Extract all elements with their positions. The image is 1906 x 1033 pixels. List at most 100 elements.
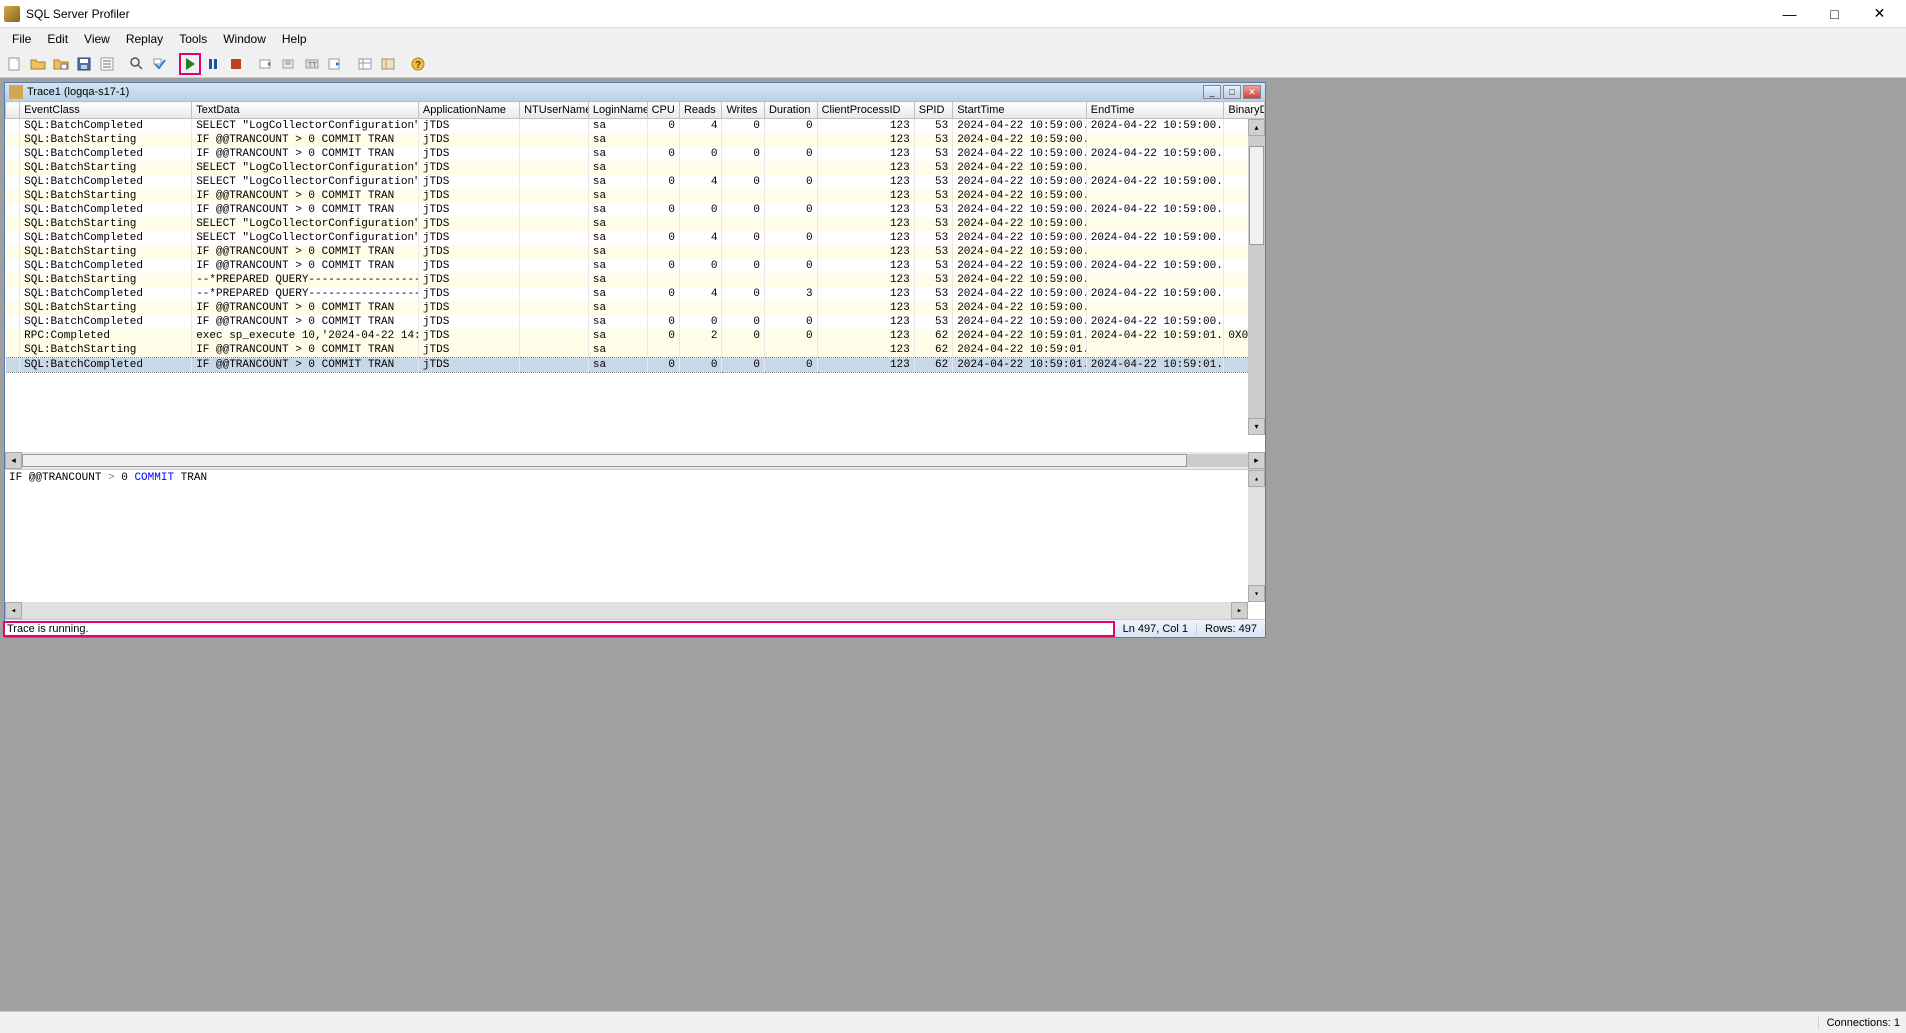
window-controls: — □ ✕ xyxy=(1767,1,1902,27)
col-starttime[interactable]: StartTime xyxy=(953,102,1087,119)
main-statusbar: Connections: 1 xyxy=(0,1011,1906,1033)
menu-edit[interactable]: Edit xyxy=(39,30,76,48)
table-row[interactable]: SQL:BatchCompletedIF @@TRANCOUNT > 0 COM… xyxy=(6,259,1265,273)
mdi-area: Trace1 (logqa-s17-1) _ □ ✕ xyxy=(0,78,1906,1011)
detail-vscrollbar[interactable]: ▴ ▾ xyxy=(1248,470,1265,602)
trace-window-titlebar[interactable]: Trace1 (logqa-s17-1) _ □ ✕ xyxy=(5,83,1265,101)
trace-statusbar: Trace is running. Ln 497, Col 1 Rows: 49… xyxy=(5,619,1265,637)
replay-step-button[interactable] xyxy=(255,53,277,75)
detail-scroll-left-icon[interactable]: ◂ xyxy=(5,602,22,619)
table-row[interactable]: RPC:Completedexec sp_execute 10,'2024-04… xyxy=(6,329,1265,343)
detail-scroll-right-icon[interactable]: ▸ xyxy=(1231,602,1248,619)
col-rowmarker[interactable] xyxy=(6,102,20,119)
menu-file[interactable]: File xyxy=(4,30,39,48)
table-row[interactable]: SQL:BatchCompletedSELECT "LogCollectorCo… xyxy=(6,231,1265,245)
table-row[interactable]: SQL:BatchCompleted--*PREPARED QUERY-----… xyxy=(6,287,1265,301)
table-row[interactable]: SQL:BatchStartingSELECT "LogCollectorCon… xyxy=(6,217,1265,231)
run-trace-button[interactable] xyxy=(179,53,201,75)
trace-icon xyxy=(9,85,23,99)
scroll-right-icon[interactable]: ▸ xyxy=(1248,452,1265,469)
new-trace-button[interactable] xyxy=(4,53,26,75)
replay-run-button[interactable] xyxy=(278,53,300,75)
help-button[interactable]: ? xyxy=(407,53,429,75)
child-minimize-button[interactable]: _ xyxy=(1203,85,1221,99)
table-row[interactable]: SQL:BatchStartingIF @@TRANCOUNT > 0 COMM… xyxy=(6,343,1265,358)
save-button[interactable] xyxy=(73,53,95,75)
table-row[interactable]: SQL:BatchCompletedIF @@TRANCOUNT > 0 COM… xyxy=(6,315,1265,329)
scroll-down-icon[interactable]: ▾ xyxy=(1248,418,1265,435)
menubar: File Edit View Replay Tools Window Help xyxy=(0,28,1906,50)
table-row[interactable]: SQL:BatchStarting--*PREPARED QUERY------… xyxy=(6,273,1265,287)
trace-grid-container: EventClass TextData ApplicationName NTUs… xyxy=(5,101,1265,469)
maximize-button[interactable]: □ xyxy=(1812,1,1857,27)
table-row[interactable]: SQL:BatchCompletedSELECT "LogCollectorCo… xyxy=(6,175,1265,189)
grid-vscrollbar[interactable]: ▴ ▾ xyxy=(1248,119,1265,435)
col-endtime[interactable]: EndTime xyxy=(1086,102,1224,119)
table-row[interactable]: SQL:BatchStartingIF @@TRANCOUNT > 0 COMM… xyxy=(6,245,1265,259)
clear-trace-button[interactable] xyxy=(149,53,171,75)
detail-hscrollbar[interactable]: ◂ ▸ xyxy=(5,602,1248,619)
table-row[interactable]: SQL:BatchStartingIF @@TRANCOUNT > 0 COMM… xyxy=(6,133,1265,147)
col-duration[interactable]: Duration xyxy=(764,102,817,119)
breakpoint-button[interactable] xyxy=(324,53,346,75)
table-row[interactable]: SQL:BatchStartingIF @@TRANCOUNT > 0 COMM… xyxy=(6,189,1265,203)
find-button[interactable] xyxy=(126,53,148,75)
col-ntusername[interactable]: NTUserName xyxy=(520,102,589,119)
col-writes[interactable]: Writes xyxy=(722,102,765,119)
col-spid[interactable]: SPID xyxy=(914,102,952,119)
menu-help[interactable]: Help xyxy=(274,30,315,48)
table-row[interactable]: SQL:BatchCompletedIF @@TRANCOUNT > 0 COM… xyxy=(6,147,1265,161)
col-textdata[interactable]: TextData xyxy=(192,102,419,119)
col-binarydata[interactable]: BinaryD xyxy=(1224,102,1265,119)
status-trace: Trace is running. xyxy=(3,621,1115,637)
pause-trace-button[interactable] xyxy=(202,53,224,75)
scroll-left-icon[interactable]: ◂ xyxy=(5,452,22,469)
svg-text:TT: TT xyxy=(308,62,317,69)
minimize-button[interactable]: — xyxy=(1767,1,1812,27)
stop-trace-button[interactable] xyxy=(225,53,247,75)
app-window: SQL Server Profiler — □ ✕ File Edit View… xyxy=(0,0,1906,1033)
col-eventclass[interactable]: EventClass xyxy=(20,102,192,119)
child-close-button[interactable]: ✕ xyxy=(1243,85,1261,99)
svg-text:?: ? xyxy=(415,60,421,71)
col-reads[interactable]: Reads xyxy=(679,102,722,119)
status-lncol: Ln 497, Col 1 xyxy=(1115,623,1197,635)
open-file-button[interactable] xyxy=(27,53,49,75)
table-row[interactable]: SQL:BatchCompletedSELECT "LogCollectorCo… xyxy=(6,119,1265,134)
trace-window-title: Trace1 (logqa-s17-1) xyxy=(27,86,1203,98)
template-button[interactable] xyxy=(354,53,376,75)
trace-table[interactable]: EventClass TextData ApplicationName NTUs… xyxy=(5,101,1265,373)
status-rows: Rows: 497 xyxy=(1197,623,1265,635)
close-button[interactable]: ✕ xyxy=(1857,1,1902,27)
detail-scroll-down-icon[interactable]: ▾ xyxy=(1248,585,1265,602)
menu-window[interactable]: Window xyxy=(215,30,274,48)
col-clientprocessid[interactable]: ClientProcessID xyxy=(817,102,914,119)
detail-pane[interactable]: IF @@TRANCOUNT > 0 COMMIT TRAN ▴ ▾ ◂ ▸ xyxy=(5,469,1265,619)
detail-scroll-up-icon[interactable]: ▴ xyxy=(1248,470,1265,487)
titlebar: SQL Server Profiler — □ ✕ xyxy=(0,0,1906,28)
toolbar: TT ? xyxy=(0,50,1906,78)
menu-tools[interactable]: Tools xyxy=(171,30,215,48)
trace-grid-scroll[interactable]: EventClass TextData ApplicationName NTUs… xyxy=(5,101,1265,452)
col-cpu[interactable]: CPU xyxy=(647,102,679,119)
app-icon xyxy=(4,6,20,22)
properties-button[interactable] xyxy=(96,53,118,75)
table-row[interactable]: SQL:BatchStartingSELECT "LogCollectorCon… xyxy=(6,161,1265,175)
table-header-row: EventClass TextData ApplicationName NTUs… xyxy=(6,102,1265,119)
child-maximize-button[interactable]: □ xyxy=(1223,85,1241,99)
scroll-up-icon[interactable]: ▴ xyxy=(1248,119,1265,136)
grid-hscrollbar[interactable]: ◂ ▸ xyxy=(5,452,1265,469)
col-appname[interactable]: ApplicationName xyxy=(418,102,519,119)
table-row[interactable]: SQL:BatchCompletedIF @@TRANCOUNT > 0 COM… xyxy=(6,358,1265,373)
col-loginname[interactable]: LoginName xyxy=(588,102,647,119)
app-title: SQL Server Profiler xyxy=(26,7,1767,21)
tuning-button[interactable] xyxy=(377,53,399,75)
replay-pause-button[interactable]: TT xyxy=(301,53,323,75)
table-row[interactable]: SQL:BatchStartingIF @@TRANCOUNT > 0 COMM… xyxy=(6,301,1265,315)
open-table-button[interactable] xyxy=(50,53,72,75)
detail-sql-text: IF @@TRANCOUNT > 0 COMMIT TRAN xyxy=(9,472,207,484)
menu-replay[interactable]: Replay xyxy=(118,30,171,48)
table-row[interactable]: SQL:BatchCompletedIF @@TRANCOUNT > 0 COM… xyxy=(6,203,1265,217)
menu-view[interactable]: View xyxy=(76,30,118,48)
status-connections: Connections: 1 xyxy=(1818,1017,1900,1029)
